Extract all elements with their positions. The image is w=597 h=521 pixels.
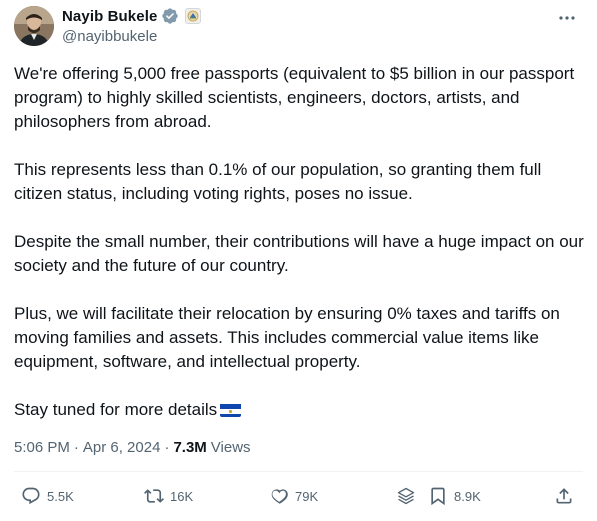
author-handle[interactable]: @nayibbukele [62, 28, 157, 45]
post-paragraph-last: Stay tuned for more details [14, 398, 589, 422]
like-button[interactable]: 79K [269, 486, 318, 506]
views-count[interactable]: 7.3M [173, 439, 206, 456]
divider [14, 471, 583, 472]
bookmark-count: 8.9K [454, 488, 481, 504]
el-salvador-flag-icon [220, 402, 242, 417]
more-options-icon[interactable] [557, 8, 577, 28]
reply-icon [22, 487, 40, 505]
government-seal-icon[interactable] [185, 8, 202, 24]
author-name-row: Nayib Bukele [62, 7, 202, 25]
avatar[interactable] [14, 6, 54, 46]
post-time[interactable]: 5:06 PM [14, 439, 70, 456]
heart-icon [271, 489, 288, 504]
tweet-card: Nayib Bukele @nayibbukele We're offering… [0, 0, 597, 521]
action-bar: 5.5K 16K 79K 8.9K [14, 486, 583, 508]
display-name[interactable]: Nayib Bukele [62, 8, 157, 25]
meta-separator: · [164, 439, 170, 456]
stack-button[interactable] [396, 486, 416, 506]
bookmark-button[interactable]: 8.9K [428, 486, 481, 506]
post-meta: 5:06 PM · Apr 6, 2024 · 7.3M Views [14, 439, 251, 456]
repost-icon [144, 489, 164, 503]
like-count: 79K [295, 488, 319, 504]
repost-button[interactable]: 16K [144, 486, 193, 506]
post-paragraph: This represents less than 0.1% of our po… [14, 160, 547, 203]
post-paragraph: Stay tuned for more details [14, 400, 218, 419]
share-button[interactable] [554, 486, 574, 506]
post-paragraph: We're offering 5,000 free passports (equ… [14, 64, 579, 131]
reply-button[interactable]: 5.5K [21, 486, 74, 506]
post-date[interactable]: Apr 6, 2024 [83, 439, 161, 456]
post-paragraph: Despite the small number, their contribu… [14, 232, 589, 275]
meta-separator: · [73, 439, 79, 456]
verified-badge-icon[interactable] [161, 7, 179, 25]
repost-count: 16K [170, 488, 194, 504]
post-paragraph: Plus, we will facilitate their relocatio… [14, 304, 565, 371]
reply-count: 5.5K [47, 488, 74, 504]
bookmark-icon [431, 487, 445, 506]
stack-icon [397, 487, 415, 505]
post-text: We're offering 5,000 free passports (equ… [14, 62, 589, 422]
share-icon [556, 488, 572, 504]
views-label: Views [210, 439, 251, 456]
